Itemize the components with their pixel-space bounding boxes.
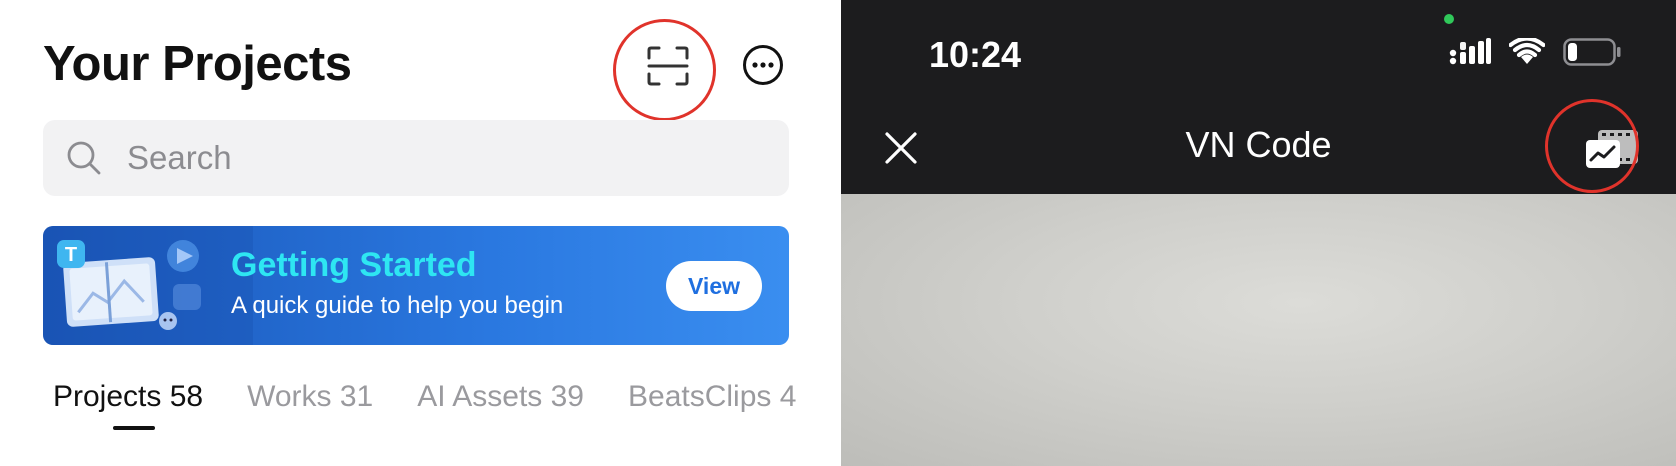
video-editing-illustration-icon: T — [43, 226, 253, 345]
projects-screen: Your Projects Search T Getting Started A… — [0, 0, 841, 466]
more-options-icon — [743, 45, 783, 85]
scanner-title: VN Code — [1185, 124, 1332, 165]
tab-label: AI Assets 39 — [417, 380, 584, 413]
camera-in-use-indicator — [1444, 14, 1454, 24]
tab-works[interactable]: Works 31 — [247, 380, 373, 414]
cellular-signal-icon — [1449, 38, 1491, 65]
more-options-button[interactable] — [742, 44, 784, 86]
page-title: Your Projects — [43, 37, 352, 91]
tab-label: Projects 58 — [53, 380, 204, 413]
battery-low-icon — [1563, 38, 1621, 66]
scan-qr-icon — [647, 46, 689, 86]
tab-ai-assets[interactable]: AI Assets 39 — [417, 380, 584, 414]
tab-beatsclips[interactable]: BeatsClips 4 — [628, 380, 796, 414]
status-time: 10:24 — [929, 34, 1022, 75]
gallery-icon — [1586, 130, 1638, 168]
tab-label: BeatsClips 4 — [628, 380, 797, 413]
tab-projects[interactable]: Projects 58 — [53, 380, 204, 430]
svg-text:T: T — [65, 244, 77, 266]
view-button[interactable]: View — [666, 261, 762, 311]
gallery-button[interactable] — [1581, 122, 1645, 176]
scanner-screen: 10:24 VN Code — [841, 0, 1676, 466]
camera-viewfinder — [841, 194, 1676, 466]
search-icon — [65, 139, 103, 177]
search-input[interactable] — [127, 139, 727, 177]
getting-started-banner[interactable]: T Getting Started A quick guide to help … — [43, 226, 789, 345]
wifi-icon — [1509, 38, 1545, 64]
status-bar-icons — [1449, 38, 1621, 66]
search-bar[interactable] — [43, 120, 789, 196]
tab-label: Works 31 — [247, 380, 374, 413]
banner-title: Getting Started — [231, 246, 477, 284]
active-tab-indicator — [113, 426, 155, 430]
banner-subtitle: A quick guide to help you begin — [231, 292, 564, 319]
project-tabs: Projects 58 Works 31 AI Assets 39 BeatsC… — [53, 380, 840, 430]
scan-button[interactable] — [628, 31, 708, 101]
